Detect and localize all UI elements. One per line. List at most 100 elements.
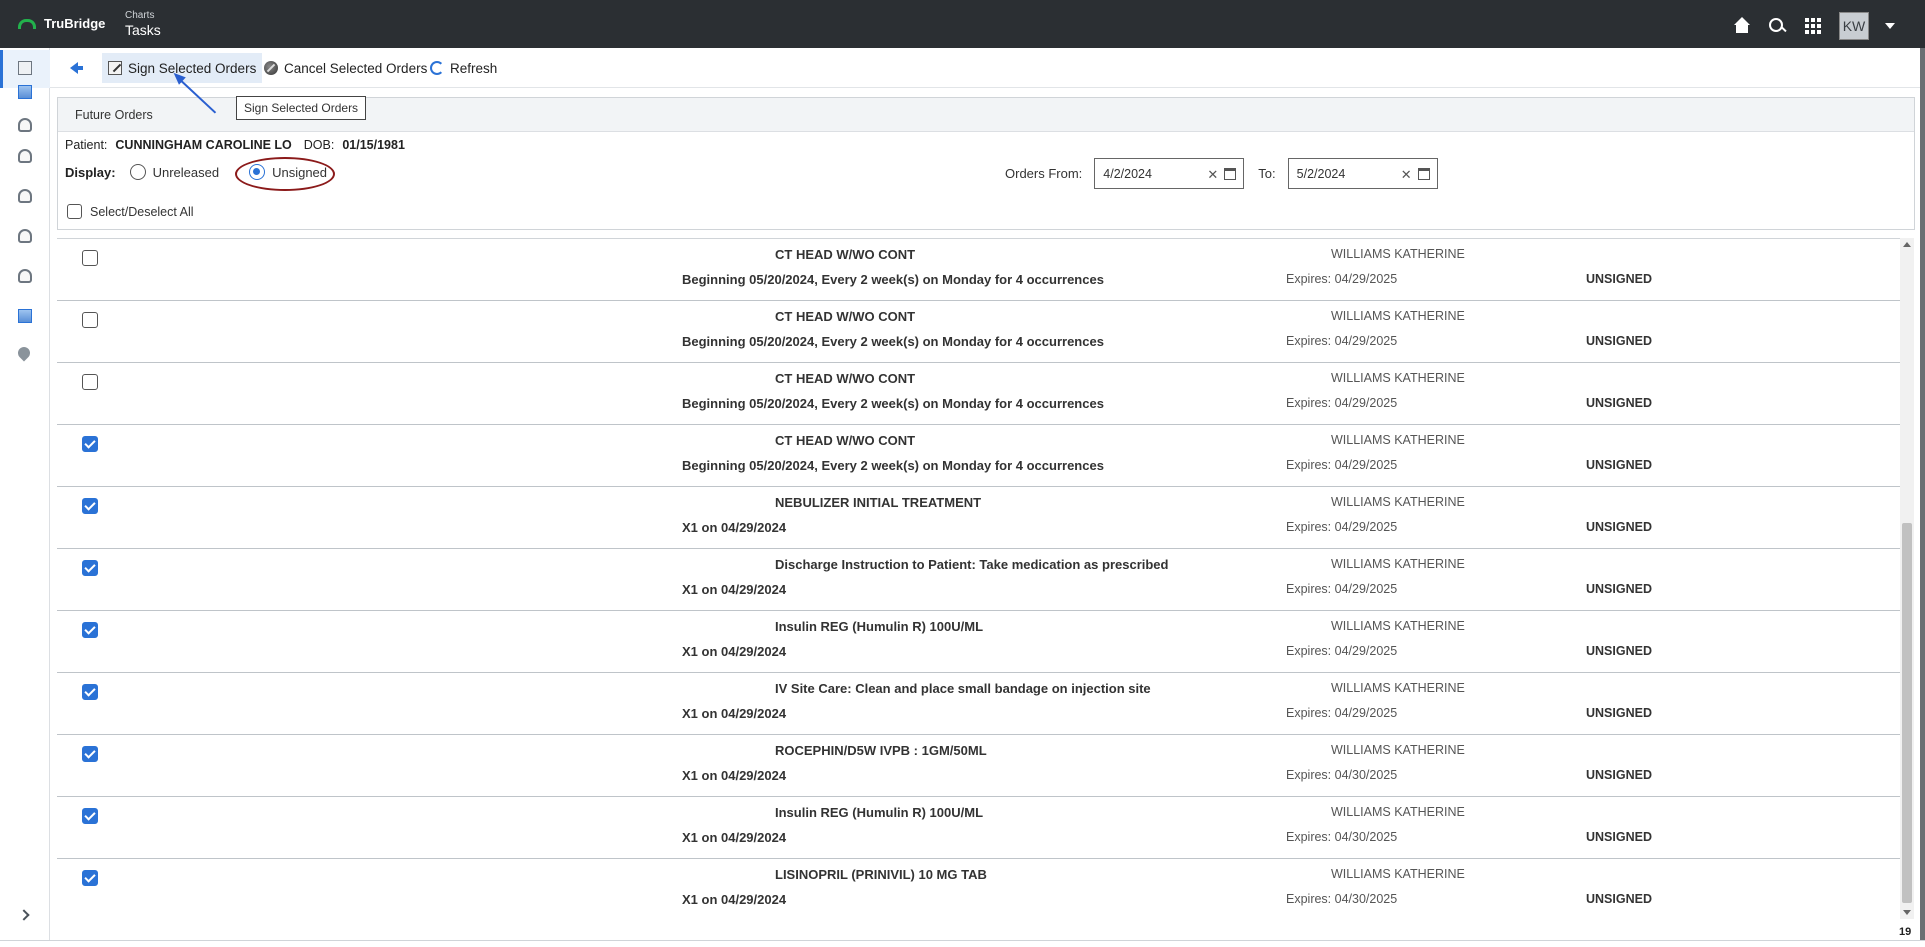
order-provider: WILLIAMS KATHERINE xyxy=(1331,557,1465,571)
order-checkbox[interactable] xyxy=(82,250,98,266)
person-icon[interactable] xyxy=(18,118,32,132)
radio-unreleased-circle[interactable] xyxy=(129,164,146,180)
calendar-icon[interactable] xyxy=(1417,168,1430,180)
cancel-selected-orders-button[interactable]: Cancel Selected Orders xyxy=(258,53,433,83)
order-expires: Expires: 04/29/2025 xyxy=(1286,706,1398,720)
order-checkbox[interactable] xyxy=(82,808,98,824)
window-edge xyxy=(1920,48,1925,947)
order-frequency: X1 on 04/29/2024 xyxy=(682,520,787,535)
radio-unreleased[interactable]: Unreleased xyxy=(129,164,220,180)
order-status: UNSIGNED xyxy=(1586,334,1652,348)
order-provider: WILLIAMS KATHERINE xyxy=(1331,371,1465,385)
order-frequency: X1 on 04/29/2024 xyxy=(682,644,787,659)
order-row[interactable]: NEBULIZER INITIAL TREATMENT X1 on 04/29/2… xyxy=(57,487,1900,549)
pin-icon[interactable] xyxy=(15,344,33,362)
to-label: To: xyxy=(1258,166,1276,181)
order-frequency: X1 on 04/29/2024 xyxy=(682,892,787,907)
order-frequency: Beginning 05/20/2024, Every 2 week(s) on… xyxy=(682,334,1104,349)
radio-unreleased-label: Unreleased xyxy=(152,164,220,180)
order-name: Insulin REG (Humulin R) 100U/ML xyxy=(775,619,984,634)
refresh-button[interactable]: Refresh xyxy=(424,53,503,83)
order-checkbox[interactable] xyxy=(82,622,98,638)
order-checkbox[interactable] xyxy=(82,684,98,700)
cancel-icon xyxy=(264,61,278,75)
order-row[interactable]: CT HEAD W/WO CONT Beginning 05/20/2024, E… xyxy=(57,363,1900,425)
order-frequency: X1 on 04/29/2024 xyxy=(682,706,787,721)
scroll-up-icon[interactable] xyxy=(1903,242,1911,247)
patient-label: Patient: xyxy=(65,138,108,152)
sidebar-item-orders[interactable] xyxy=(0,50,50,88)
dob-value: 01/15/1981 xyxy=(342,138,405,152)
trubridge-logo[interactable]: TruBridge xyxy=(18,16,105,31)
order-checkbox[interactable] xyxy=(82,498,98,514)
order-row[interactable]: IV Site Care: Clean and place small band… xyxy=(57,673,1900,735)
image-icon[interactable] xyxy=(18,85,32,99)
person-icon[interactable] xyxy=(18,269,32,283)
order-row[interactable]: Insulin REG (Humulin R) 100U/ML X1 on 04/… xyxy=(57,797,1900,859)
order-status: UNSIGNED xyxy=(1586,458,1652,472)
order-checkbox[interactable] xyxy=(82,746,98,762)
avatar[interactable]: KW xyxy=(1839,12,1869,40)
order-frequency: Beginning 05/20/2024, Every 2 week(s) on… xyxy=(682,272,1104,287)
order-status: UNSIGNED xyxy=(1586,644,1652,658)
order-name: CT HEAD W/WO CONT xyxy=(775,309,916,324)
order-provider: WILLIAMS KATHERINE xyxy=(1331,247,1465,261)
clear-icon[interactable]: ✕ xyxy=(1401,167,1412,183)
sidebar xyxy=(0,48,50,947)
orders-from-date-input[interactable]: 4/2/2024 ✕ xyxy=(1094,158,1245,189)
to-date-input[interactable]: 5/2/2024 ✕ xyxy=(1287,158,1438,189)
order-provider: WILLIAMS KATHERINE xyxy=(1331,495,1465,509)
order-provider: WILLIAMS KATHERINE xyxy=(1331,681,1465,695)
orders-scrollbar[interactable] xyxy=(1900,238,1914,919)
caret-down-icon[interactable] xyxy=(1885,23,1895,29)
order-row[interactable]: CT HEAD W/WO CONT Beginning 05/20/2024, E… xyxy=(57,301,1900,363)
scroll-down-icon[interactable] xyxy=(1903,910,1911,915)
order-checkbox[interactable] xyxy=(82,374,98,390)
order-row[interactable]: LISINOPRIL (PRINIVIL) 10 MG TAB X1 on 04/… xyxy=(57,859,1900,919)
expand-sidebar-icon[interactable] xyxy=(18,909,30,921)
order-frequency: Beginning 05/20/2024, Every 2 week(s) on… xyxy=(682,396,1104,411)
page-number: 19 xyxy=(1899,926,1912,938)
order-row[interactable]: ROCEPHIN/D5W IVPB : 1GM/50ML X1 on 04/29/… xyxy=(57,735,1900,797)
apps-grid-icon[interactable] xyxy=(1803,16,1823,36)
order-provider: WILLIAMS KATHERINE xyxy=(1331,309,1465,323)
home-icon[interactable] xyxy=(1731,16,1751,36)
calendar-icon[interactable] xyxy=(1224,168,1237,180)
breadcrumb-parent[interactable]: Charts xyxy=(125,10,161,21)
orders-from-value: 4/2/2024 xyxy=(1103,166,1152,181)
order-name: Discharge Instruction to Patient: Take m… xyxy=(775,557,1169,572)
order-status: UNSIGNED xyxy=(1586,520,1652,534)
order-frequency: X1 on 04/29/2024 xyxy=(682,830,787,845)
order-provider: WILLIAMS KATHERINE xyxy=(1331,619,1465,633)
order-row[interactable]: Insulin REG (Humulin R) 100U/ML X1 on 04/… xyxy=(57,611,1900,673)
order-checkbox[interactable] xyxy=(82,436,98,452)
order-expires: Expires: 04/29/2025 xyxy=(1286,396,1398,410)
order-row[interactable]: CT HEAD W/WO CONT Beginning 05/20/2024, E… xyxy=(57,425,1900,487)
order-checkbox[interactable] xyxy=(82,312,98,328)
select-all-checkbox[interactable] xyxy=(67,204,82,219)
order-name: NEBULIZER INITIAL TREATMENT xyxy=(775,495,982,510)
person-icon[interactable] xyxy=(18,229,32,243)
person-icon[interactable] xyxy=(18,189,32,203)
image-icon[interactable] xyxy=(18,309,32,323)
order-checkbox[interactable] xyxy=(82,870,98,886)
order-row[interactable]: Discharge Instruction to Patient: Take m… xyxy=(57,549,1900,611)
clear-icon[interactable]: ✕ xyxy=(1207,167,1218,183)
patient-info: Patient: CUNNINGHAM CAROLINE LO DOB: 01/… xyxy=(65,138,405,152)
toolbar: Sign Selected Orders Cancel Selected Ord… xyxy=(50,48,1920,88)
back-arrow-icon[interactable] xyxy=(70,62,83,74)
order-provider: WILLIAMS KATHERINE xyxy=(1331,867,1465,881)
order-checkbox[interactable] xyxy=(82,560,98,576)
top-bar: TruBridge Charts Tasks KW xyxy=(0,0,1925,48)
search-icon[interactable] xyxy=(1767,16,1787,36)
select-all-toggle[interactable]: Select/Deselect All xyxy=(67,204,194,219)
order-row[interactable]: CT HEAD W/WO CONT Beginning 05/20/2024, E… xyxy=(57,239,1900,301)
order-status: UNSIGNED xyxy=(1586,582,1652,596)
order-status: UNSIGNED xyxy=(1586,830,1652,844)
document-icon xyxy=(18,61,32,75)
patient-name: CUNNINGHAM CAROLINE LO xyxy=(115,138,292,152)
dob-label: DOB: xyxy=(303,138,335,152)
person-icon[interactable] xyxy=(18,149,32,163)
logo-mark-icon xyxy=(18,18,36,29)
scroll-thumb[interactable] xyxy=(1902,523,1912,903)
